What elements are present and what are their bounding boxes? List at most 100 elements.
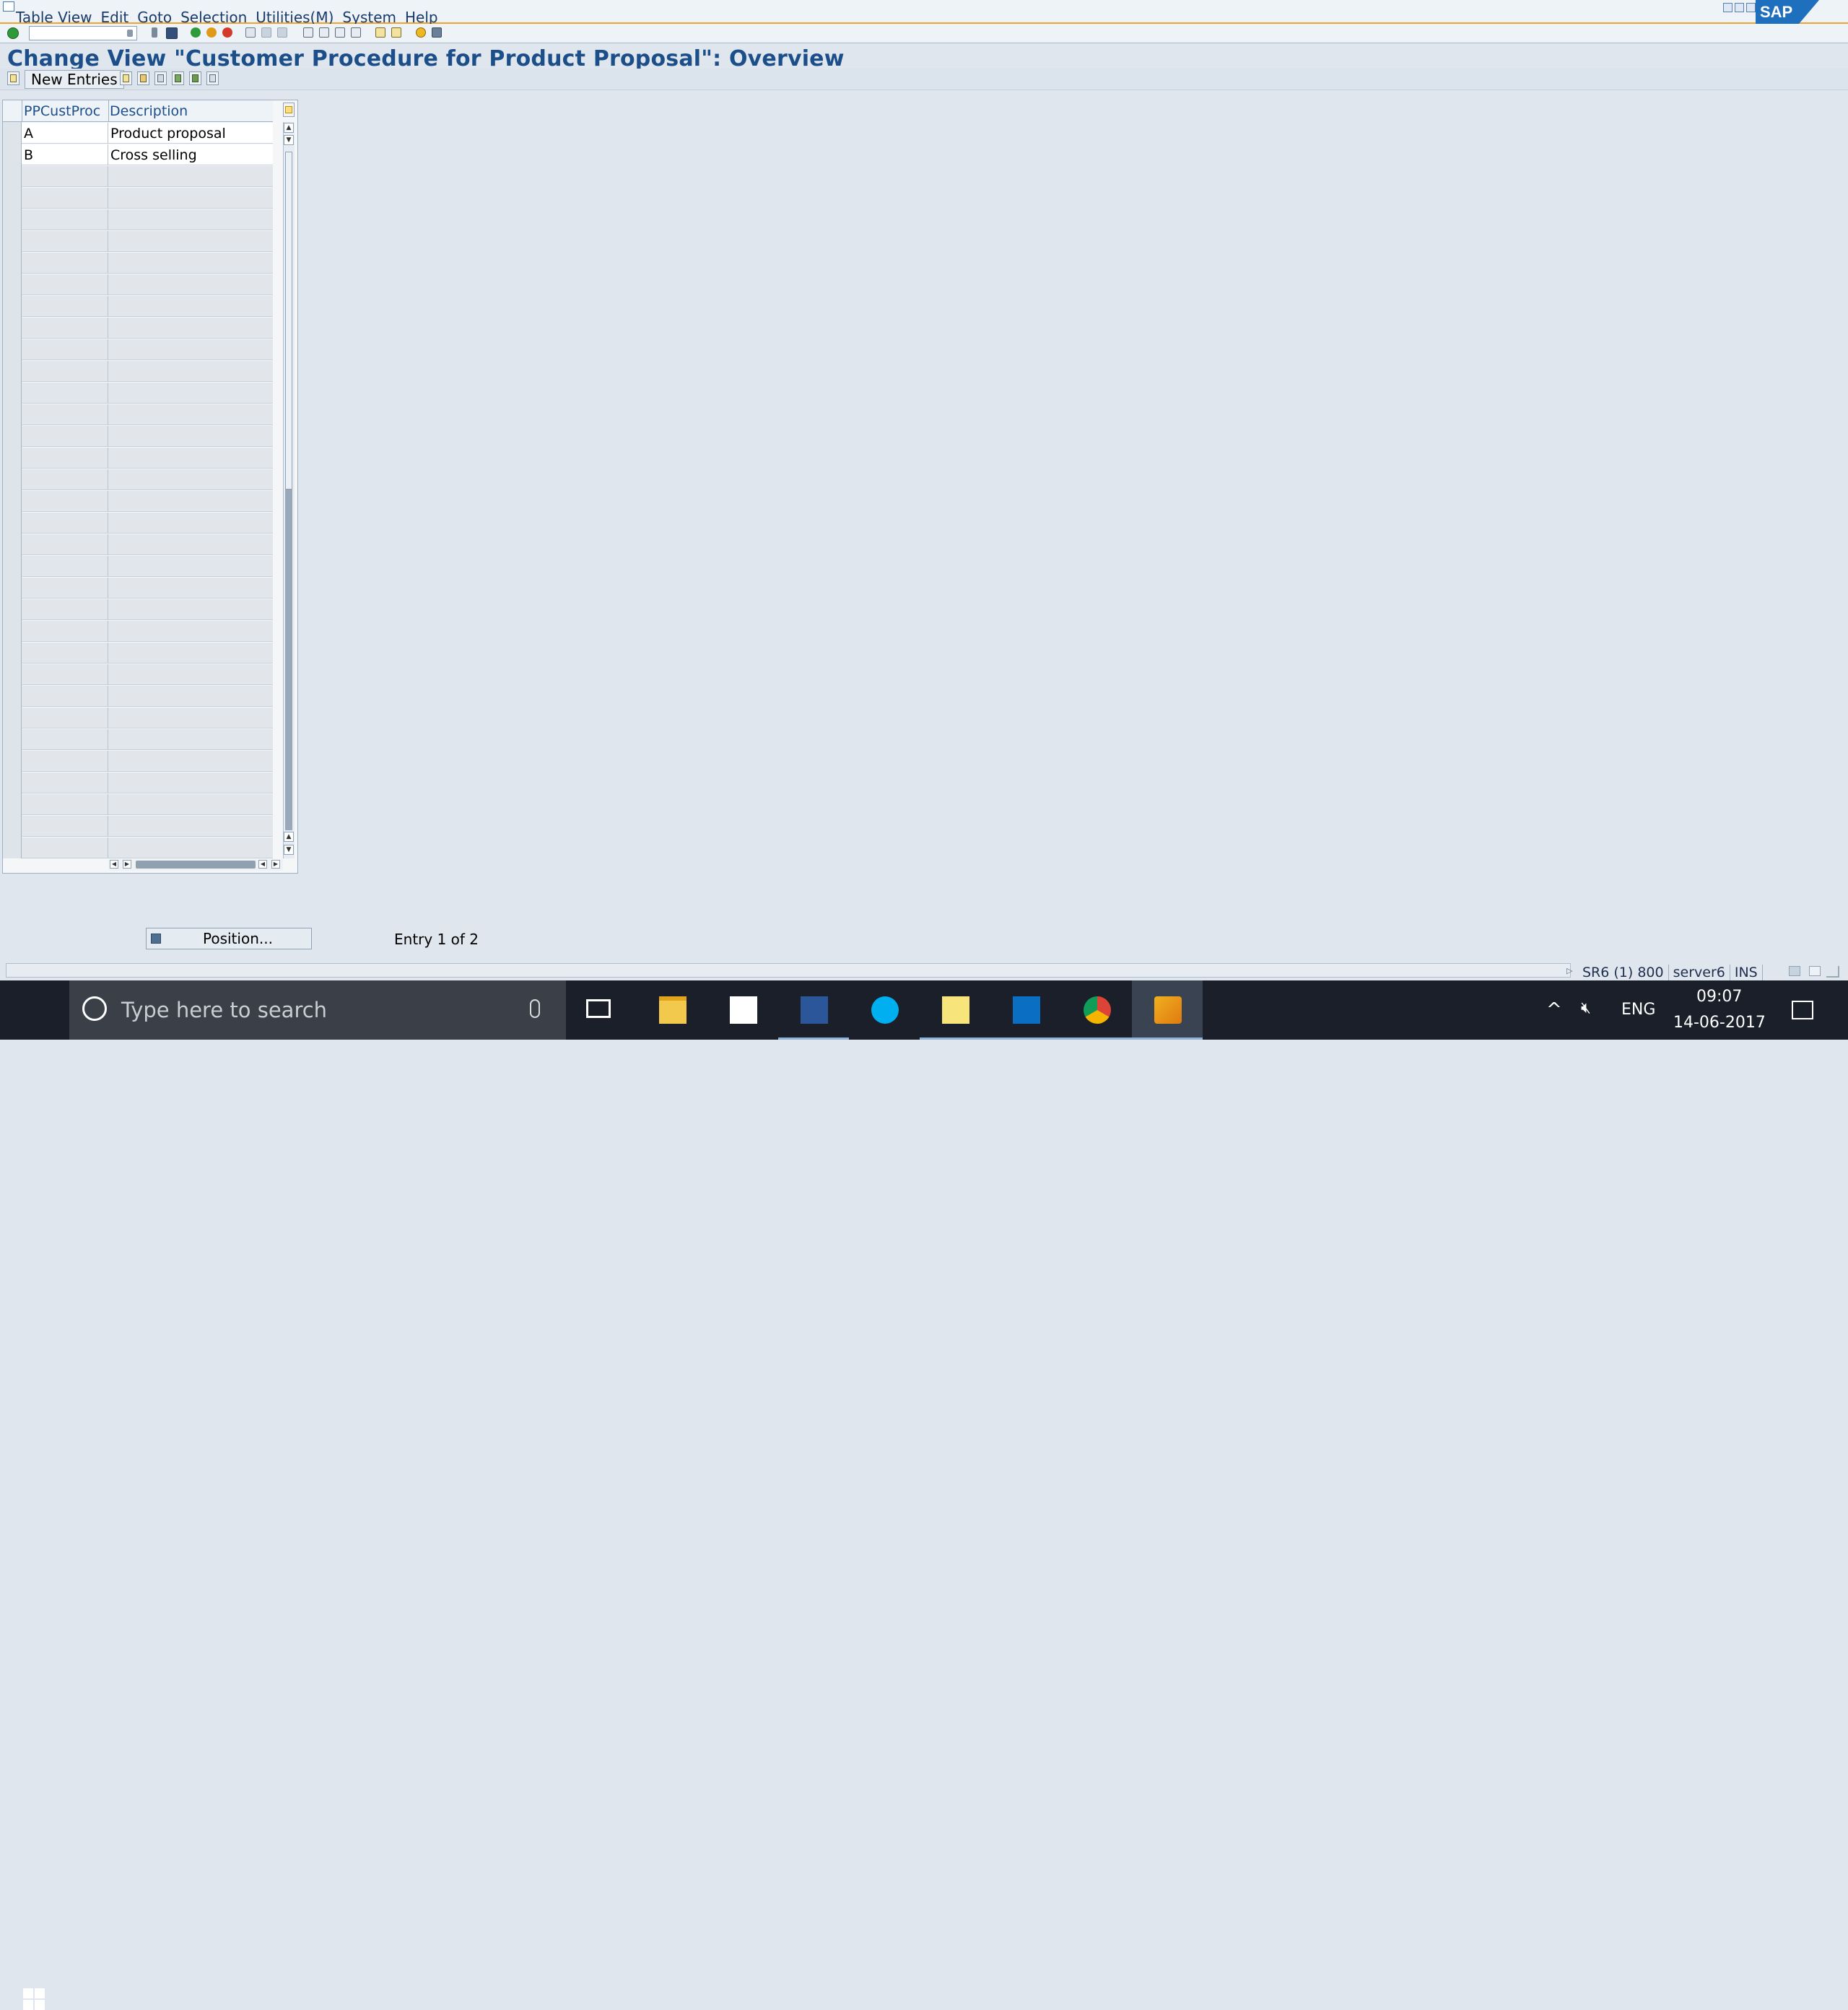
empty-table-row[interactable] xyxy=(22,513,273,534)
horizontal-scroll-thumb[interactable] xyxy=(136,861,256,869)
description-cell[interactable] xyxy=(108,729,273,750)
empty-table-row[interactable] xyxy=(22,404,273,426)
empty-table-row[interactable] xyxy=(22,621,273,643)
description-cell[interactable] xyxy=(108,491,273,512)
description-cell[interactable] xyxy=(108,578,273,599)
print-icon[interactable] xyxy=(245,27,256,38)
ppcustproc-cell[interactable] xyxy=(22,209,108,230)
ppcustproc-cell[interactable] xyxy=(22,361,108,382)
empty-table-row[interactable] xyxy=(22,231,273,253)
ppcustproc-cell[interactable] xyxy=(22,231,108,252)
ppcustproc-cell[interactable] xyxy=(22,166,108,187)
column-header-description[interactable]: Description xyxy=(110,103,188,119)
ppcustproc-cell[interactable] xyxy=(22,188,108,209)
minimize-icon[interactable] xyxy=(1723,3,1732,12)
scroll-page-up-icon[interactable]: ▲ xyxy=(284,832,294,842)
status-expand-icon[interactable]: ▷ xyxy=(1566,966,1572,975)
scroll-up-icon[interactable]: ▲ xyxy=(284,123,294,133)
empty-table-row[interactable] xyxy=(22,426,273,448)
sticky-notes-button[interactable] xyxy=(920,980,990,1040)
description-cell[interactable] xyxy=(108,426,273,447)
ppcustproc-cell[interactable] xyxy=(22,296,108,317)
resize-grip-icon[interactable] xyxy=(1826,966,1839,978)
close-window-icon[interactable] xyxy=(1746,3,1756,12)
description-cell[interactable] xyxy=(108,773,273,793)
scroll-far-left-icon[interactable]: ◀ xyxy=(258,860,267,869)
row-selector-column[interactable] xyxy=(3,122,22,858)
description-cell[interactable] xyxy=(108,534,273,555)
find-next-icon[interactable] xyxy=(277,27,287,38)
scroll-left-icon[interactable]: ◀ xyxy=(110,860,118,869)
empty-table-row[interactable] xyxy=(22,599,273,621)
description-cell[interactable] xyxy=(108,513,273,534)
ppcustproc-cell[interactable] xyxy=(22,448,108,469)
undo-change-icon[interactable] xyxy=(154,71,167,85)
ppcustproc-cell[interactable] xyxy=(22,599,108,620)
outlook-button[interactable] xyxy=(990,980,1061,1040)
ppcustproc-cell[interactable]: B xyxy=(22,144,108,165)
ppcustproc-cell[interactable] xyxy=(22,534,108,555)
display-change-icon[interactable] xyxy=(7,71,19,85)
save-icon[interactable] xyxy=(166,27,178,39)
skype-button[interactable] xyxy=(849,980,920,1040)
empty-table-row[interactable] xyxy=(22,253,273,274)
description-cell[interactable] xyxy=(108,816,273,837)
description-cell[interactable] xyxy=(108,231,273,252)
layout-menu-icon[interactable] xyxy=(432,27,442,38)
description-cell[interactable] xyxy=(108,404,273,425)
ppcustproc-cell[interactable] xyxy=(22,578,108,599)
description-cell[interactable] xyxy=(108,664,273,685)
exit-icon[interactable] xyxy=(206,27,217,38)
select-block-icon[interactable] xyxy=(189,71,201,85)
description-cell[interactable] xyxy=(108,188,273,209)
scroll-page-down-icon[interactable]: ▼ xyxy=(284,135,294,145)
select-all-icon[interactable] xyxy=(172,71,184,85)
table-row[interactable]: B Cross selling xyxy=(22,144,273,166)
previous-page-icon[interactable] xyxy=(319,27,329,38)
empty-table-row[interactable] xyxy=(22,209,273,231)
vertical-scroll-track[interactable] xyxy=(285,490,292,830)
description-cell[interactable] xyxy=(108,209,273,230)
ppcustproc-cell[interactable] xyxy=(22,253,108,274)
cancel-icon[interactable] xyxy=(222,27,232,38)
description-cell[interactable] xyxy=(108,556,273,577)
command-dropdown-icon[interactable] xyxy=(127,30,133,37)
empty-table-row[interactable] xyxy=(22,816,273,838)
back-icon[interactable] xyxy=(191,27,201,38)
description-cell[interactable] xyxy=(108,361,273,382)
ppcustproc-cell[interactable] xyxy=(22,729,108,750)
empty-table-row[interactable] xyxy=(22,361,273,383)
description-cell[interactable] xyxy=(108,838,273,858)
description-cell[interactable] xyxy=(108,339,273,360)
empty-table-row[interactable] xyxy=(22,339,273,361)
copy-as-icon[interactable] xyxy=(120,71,132,85)
description-cell[interactable] xyxy=(108,599,273,620)
file-explorer-button[interactable] xyxy=(637,980,707,1040)
ppcustproc-cell[interactable] xyxy=(22,404,108,425)
window-menu-icon[interactable] xyxy=(3,1,14,12)
description-cell[interactable] xyxy=(108,383,273,404)
ppcustproc-cell[interactable] xyxy=(22,664,108,685)
empty-table-row[interactable] xyxy=(22,729,273,751)
description-cell[interactable] xyxy=(108,621,273,642)
empty-table-row[interactable] xyxy=(22,448,273,469)
find-icon[interactable] xyxy=(261,27,271,38)
empty-table-row[interactable] xyxy=(22,556,273,578)
ppcustproc-cell[interactable] xyxy=(22,751,108,772)
description-cell[interactable] xyxy=(108,708,273,728)
description-cell[interactable] xyxy=(108,296,273,317)
description-cell[interactable] xyxy=(108,448,273,469)
command-field[interactable] xyxy=(29,26,137,40)
microphone-icon[interactable] xyxy=(530,999,540,1018)
ppcustproc-cell[interactable] xyxy=(22,816,108,837)
column-divider[interactable] xyxy=(108,100,109,122)
description-cell[interactable]: Cross selling xyxy=(108,144,273,165)
shortcut-icon[interactable] xyxy=(391,27,401,38)
ppcustproc-cell[interactable] xyxy=(22,339,108,360)
show-hidden-icons-icon[interactable]: ^ xyxy=(1546,999,1562,1021)
ppcustproc-cell[interactable] xyxy=(22,383,108,404)
ppcustproc-cell[interactable] xyxy=(22,513,108,534)
empty-table-row[interactable] xyxy=(22,773,273,794)
position-button[interactable]: Position... xyxy=(146,928,312,949)
history-back-icon[interactable] xyxy=(152,27,157,38)
